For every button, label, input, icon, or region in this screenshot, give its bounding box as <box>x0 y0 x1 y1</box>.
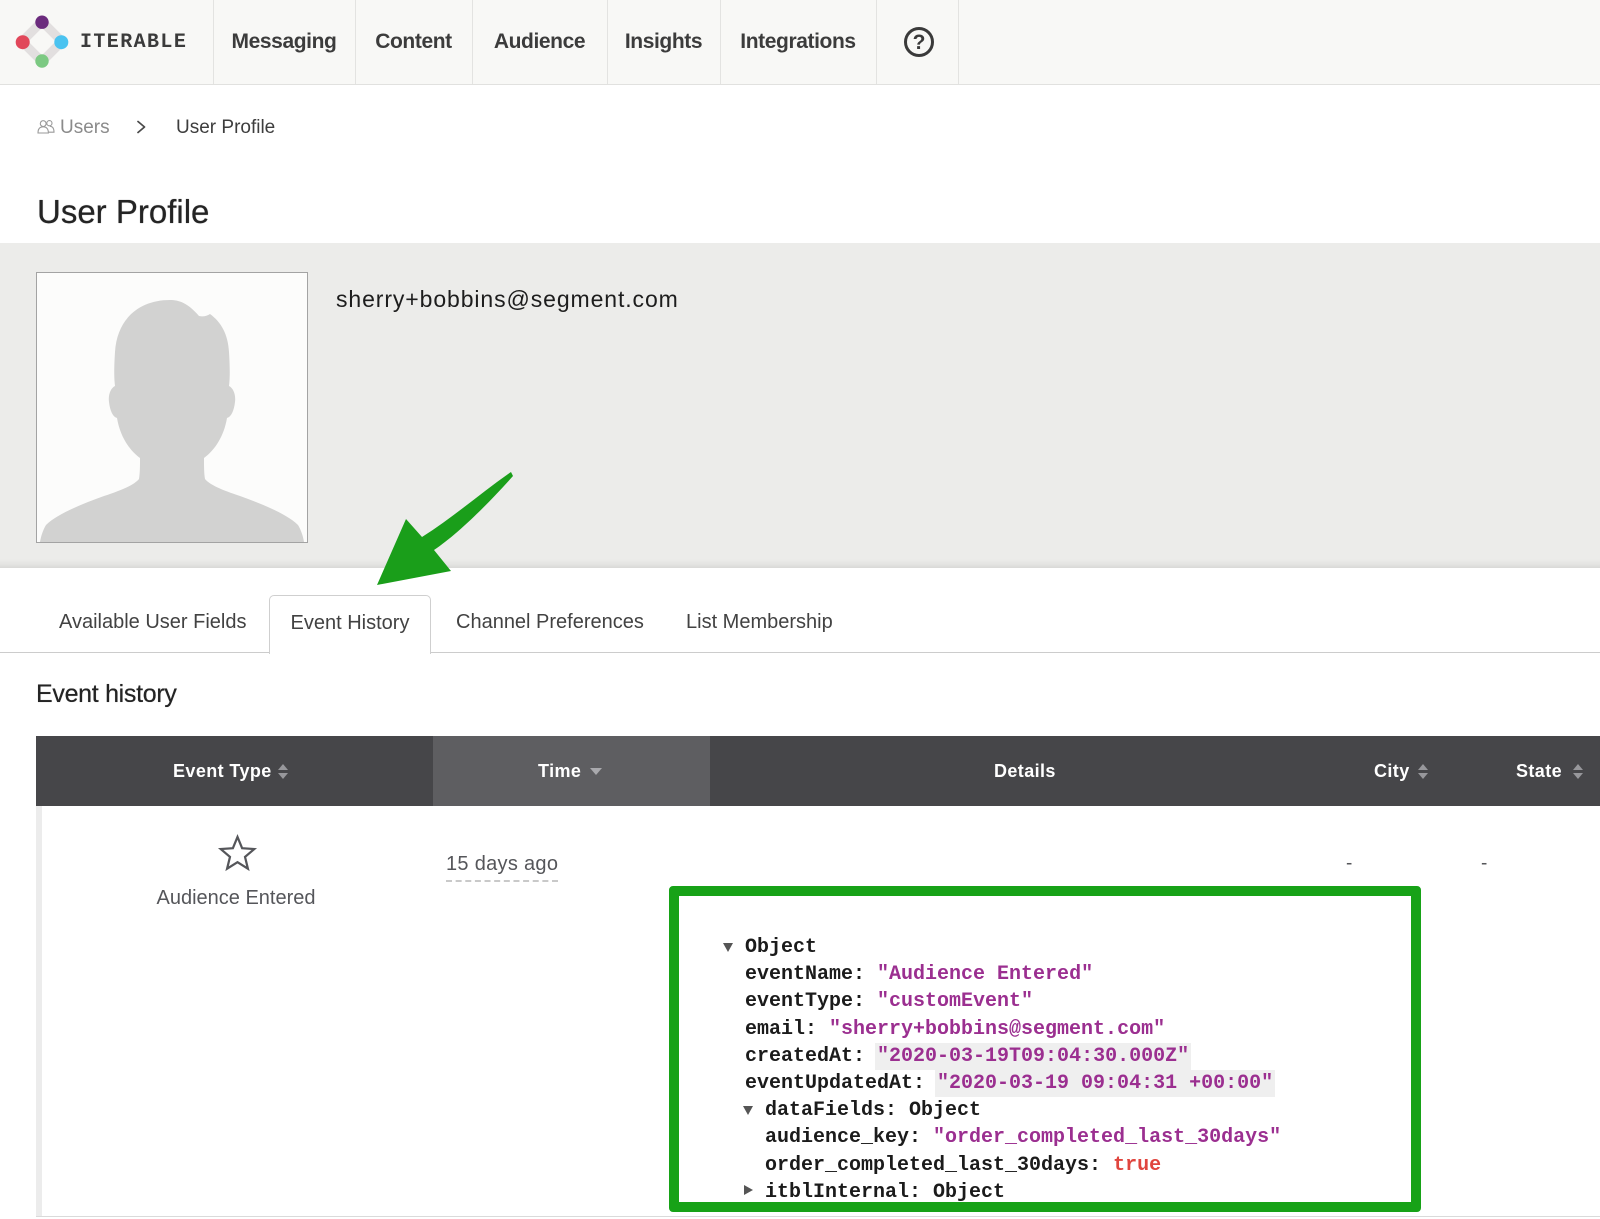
svg-text:?: ? <box>913 31 926 54</box>
